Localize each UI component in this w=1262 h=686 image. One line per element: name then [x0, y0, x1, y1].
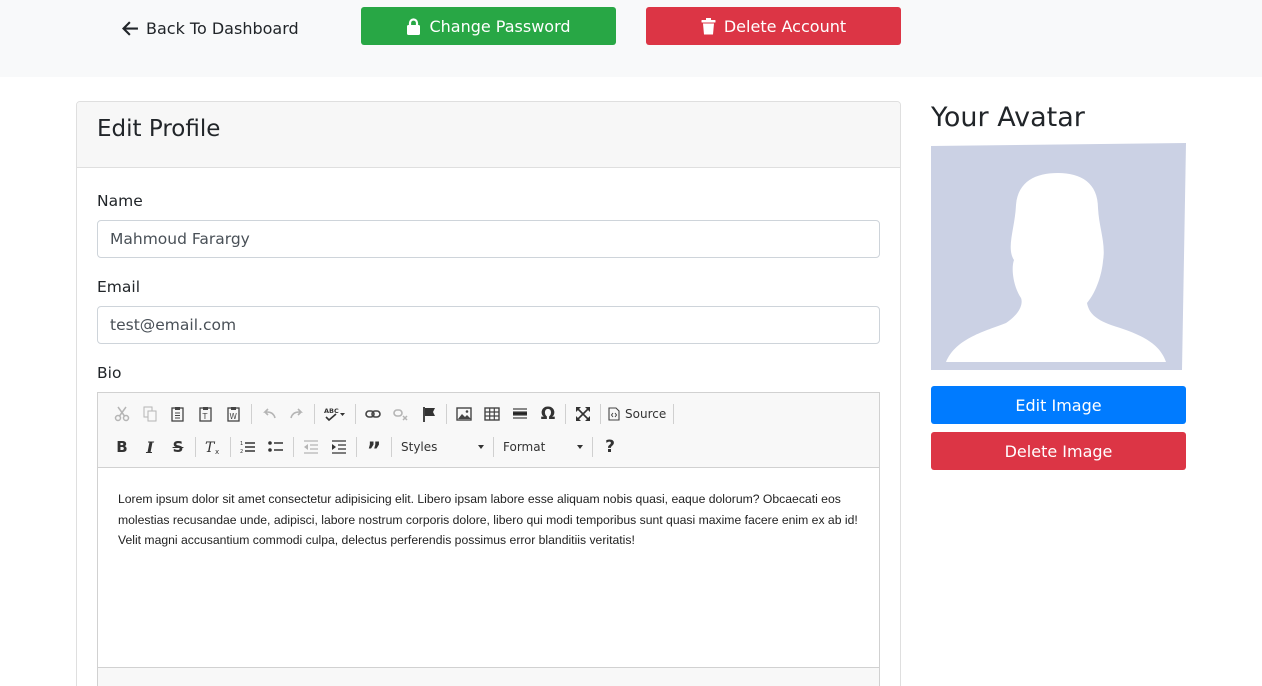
italic-icon[interactable]: I	[136, 435, 164, 459]
toolbar-separator	[446, 404, 447, 424]
bio-rich-text-editor: T W ABC Ω Source B I S T x 1 2 ” Styles …	[97, 392, 880, 686]
email-label: Email	[97, 278, 141, 296]
email-input[interactable]: test@email.com	[97, 306, 880, 344]
format-label: Format	[503, 440, 546, 454]
bio-label: Bio	[97, 364, 122, 382]
toolbar-separator	[356, 437, 357, 457]
lock-icon	[407, 17, 421, 35]
editor-toolbar: T W ABC Ω Source B I S T x 1 2 ” Styles …	[98, 393, 879, 468]
special-char-icon[interactable]: Ω	[534, 402, 562, 426]
delete-image-button[interactable]: Delete Image	[931, 432, 1186, 470]
link-icon[interactable]	[359, 402, 387, 426]
name-input[interactable]: Mahmoud Farargy	[97, 220, 880, 258]
horizontal-rule-icon[interactable]	[506, 402, 534, 426]
numbered-list-icon[interactable]: 12	[234, 435, 262, 459]
chevron-down-icon	[478, 445, 484, 449]
blockquote-icon[interactable]: ”	[360, 435, 388, 464]
toolbar-separator	[673, 404, 675, 424]
name-label: Name	[97, 192, 143, 210]
change-password-label: Change Password	[429, 16, 571, 36]
toolbar-separator	[600, 404, 601, 424]
delete-account-button[interactable]: Delete Account	[646, 7, 901, 45]
toolbar-separator	[314, 404, 315, 424]
bio-editor-content[interactable]: Lorem ipsum dolor sit amet consectetur a…	[118, 489, 863, 551]
editor-status-bar	[98, 667, 879, 686]
back-label: Back To Dashboard	[146, 18, 299, 38]
paste-text-icon[interactable]: T	[192, 402, 220, 426]
change-password-button[interactable]: Change Password	[361, 7, 616, 45]
back-to-dashboard-link[interactable]: Back To Dashboard	[122, 16, 299, 40]
source-label: Source	[625, 407, 667, 421]
copy-icon[interactable]	[136, 402, 164, 426]
svg-text:W: W	[230, 412, 238, 421]
chevron-down-icon	[577, 445, 583, 449]
styles-dropdown[interactable]: Styles	[395, 435, 490, 459]
toolbar-separator	[195, 437, 196, 457]
paste-icon[interactable]	[164, 402, 192, 426]
toolbar-separator	[355, 404, 356, 424]
svg-text:1: 1	[240, 441, 243, 447]
indent-icon[interactable]	[325, 435, 353, 459]
toolbar-separator	[592, 437, 593, 457]
card-title: Edit Profile	[77, 102, 900, 168]
svg-text:ABC: ABC	[324, 407, 339, 415]
svg-text:x: x	[215, 448, 219, 455]
trash-icon	[701, 17, 716, 34]
toolbar-separator	[565, 404, 566, 424]
toolbar-separator	[391, 437, 392, 457]
top-bar: Back To Dashboard Change Password Delete…	[0, 0, 1262, 77]
bold-icon[interactable]: B	[108, 435, 136, 459]
remove-format-icon[interactable]: Tx	[199, 435, 227, 459]
toolbar-row-2: B I S Tx 12 ” Styles Format ?	[108, 434, 624, 464]
styles-label: Styles	[401, 440, 438, 454]
source-button[interactable]: Source	[604, 402, 670, 426]
unlink-icon[interactable]	[387, 402, 415, 426]
arrow-left-icon	[122, 20, 138, 36]
strikethrough-icon[interactable]: S	[164, 435, 192, 459]
table-icon[interactable]	[478, 402, 506, 426]
toolbar-separator	[493, 437, 494, 457]
edit-image-button[interactable]: Edit Image	[931, 386, 1186, 424]
redo-icon[interactable]	[283, 402, 311, 426]
cut-icon[interactable]	[108, 402, 136, 426]
paste-word-icon[interactable]: W	[220, 402, 248, 426]
undo-icon[interactable]	[255, 402, 283, 426]
delete-account-label: Delete Account	[723, 16, 847, 36]
format-dropdown[interactable]: Format	[497, 435, 589, 459]
bulleted-list-icon[interactable]	[262, 435, 290, 459]
outdent-icon[interactable]	[297, 435, 325, 459]
toolbar-separator	[251, 404, 252, 424]
toolbar-row-1: T W ABC Ω Source	[108, 401, 677, 427]
svg-text:2: 2	[240, 449, 243, 455]
image-icon[interactable]	[450, 402, 478, 426]
avatar-image	[931, 143, 1186, 370]
source-icon	[608, 407, 620, 421]
maximize-icon[interactable]	[569, 402, 597, 426]
avatar-title: Your Avatar	[931, 102, 1085, 133]
help-icon[interactable]: ?	[596, 435, 624, 459]
toolbar-separator	[293, 437, 294, 457]
spellcheck-icon[interactable]: ABC	[318, 402, 352, 426]
svg-text:T: T	[202, 412, 208, 421]
edit-profile-card: Edit Profile Name Mahmoud Farargy Email …	[76, 101, 901, 686]
toolbar-separator	[230, 437, 231, 457]
anchor-flag-icon[interactable]	[415, 402, 443, 426]
